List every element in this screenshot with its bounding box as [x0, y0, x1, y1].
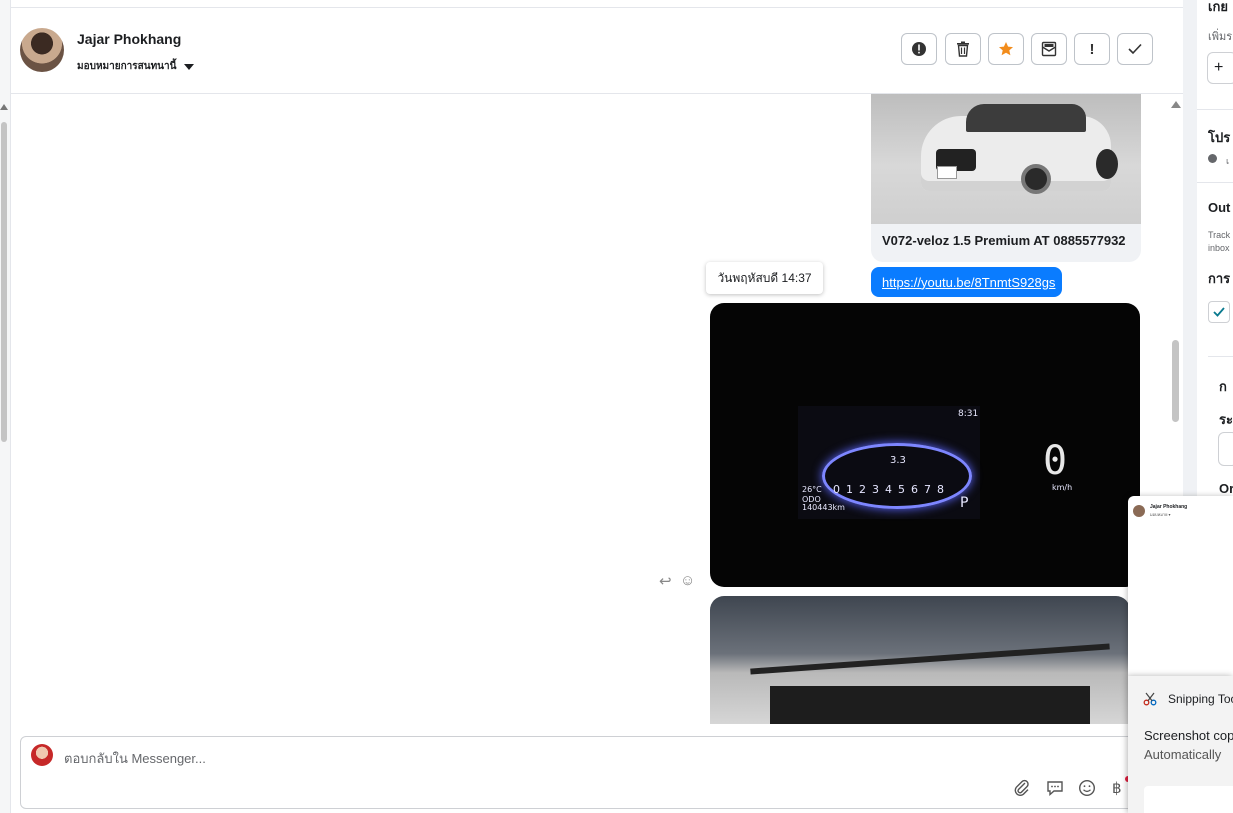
react-emoji-icon[interactable]: ☺ [680, 572, 695, 589]
rp-section-title-3: Out [1208, 200, 1231, 215]
alert-circle-icon [912, 42, 926, 56]
preview-subtitle: มอบหมาย ▾ [1150, 512, 1171, 517]
exclamation-icon: ! [1089, 40, 1095, 58]
dash-rpm-digits: 012345678 [833, 483, 950, 496]
rp-add-button[interactable]: + [1207, 52, 1233, 84]
preview-avatar [1133, 505, 1145, 517]
mark-unread-icon [1041, 41, 1057, 57]
star-button[interactable] [988, 33, 1024, 65]
floating-preview-window[interactable]: Jajar Phokhang มอบหมาย ▾ [1128, 496, 1233, 676]
timestamp-tooltip: วันพฤหัสบดี 14:37 [706, 262, 823, 294]
dash-clock: 8:31 [958, 409, 979, 419]
rp-divider-2 [1197, 182, 1233, 183]
scissors-icon [1143, 692, 1157, 706]
rp-section-sub-1: เพิ่มร [1208, 31, 1233, 43]
mark-unread-button[interactable] [1031, 33, 1067, 65]
snipping-title: Snipping Too [1168, 692, 1233, 706]
car-wheel-rear [1096, 149, 1118, 179]
engine-photo-message[interactable] [710, 596, 1130, 724]
engine-hood-rod [750, 643, 1110, 675]
chat-scroll-up-arrow[interactable] [1171, 101, 1181, 108]
product-card-title: V072-veloz 1.5 Premium AT 0885577932 [882, 233, 1126, 248]
rp-checkbox[interactable] [1208, 301, 1230, 323]
checkmark-icon [1213, 307, 1225, 317]
left-scroll-up-arrow[interactable] [0, 104, 8, 110]
snipping-subtext: Automatically [1144, 747, 1222, 762]
rp-section-sub-3b: inbox [1208, 243, 1230, 253]
dash-speed-value: 0 [1043, 438, 1068, 484]
rp-divider-1 [1197, 109, 1233, 110]
car-photo[interactable] [871, 94, 1141, 224]
left-scrollbar-thumb[interactable] [1, 122, 7, 442]
attach-icon[interactable] [1013, 779, 1031, 802]
dash-tachometer-ring [822, 443, 972, 509]
product-card-message[interactable]: V072-veloz 1.5 Premium AT 0885577932 [871, 94, 1141, 262]
rp-section-title-2: โปร [1208, 130, 1231, 145]
dash-range-value: 3.3 [890, 455, 906, 466]
car-plate-shape [937, 166, 957, 179]
dash-odometer: 140443km [802, 503, 845, 512]
chat-scrollbar-thumb[interactable] [1172, 340, 1179, 422]
dash-speed-unit: km/h [1052, 483, 1073, 492]
page-avatar [31, 744, 53, 766]
contact-name[interactable]: Jajar Phokhang [77, 31, 181, 47]
plus-icon: + [1214, 59, 1224, 76]
car-window-shape [966, 104, 1086, 132]
engine-block-shape [770, 686, 1090, 724]
rp-section-sub-2: เ [1226, 156, 1230, 166]
assign-label-text: มอบหมายการสนทนานี้ [77, 61, 177, 72]
caret-down-icon [184, 63, 195, 70]
dashboard-photo-message[interactable]: 8:31 3.3 012345678 26°C ODO 140443km P 0… [710, 303, 1140, 587]
snipping-tool-notification[interactable]: Snipping Too Screenshot cop Automaticall… [1128, 676, 1233, 813]
rp-section-title-1: เกย [1208, 0, 1228, 14]
clock-icon [1208, 154, 1217, 163]
assign-conversation-dropdown[interactable]: มอบหมายการสนทนานี้ [77, 59, 195, 74]
rp-section-title-7: Or [1219, 481, 1233, 496]
rp-section-title-4: การ [1208, 271, 1231, 286]
mark-done-button[interactable] [1117, 33, 1153, 65]
rp-section-sub-3a: Track [1208, 230, 1231, 240]
snipping-thumbnail[interactable] [1144, 786, 1233, 813]
emoji-icon[interactable] [1078, 779, 1096, 802]
reply-composer [20, 736, 1150, 809]
delete-button[interactable] [945, 33, 981, 65]
check-icon [1128, 43, 1142, 55]
contact-avatar[interactable] [20, 28, 64, 72]
reply-icon[interactable]: ↩ [659, 572, 672, 590]
link-message-bubble[interactable]: https://youtu.be/8TnmtS928gs [871, 267, 1062, 297]
preview-contact-name: Jajar Phokhang [1150, 504, 1188, 510]
chat-bubble-icon[interactable] [1046, 779, 1064, 802]
reply-input[interactable] [64, 748, 964, 768]
rp-divider-3 [1208, 356, 1233, 357]
rp-input-field[interactable] [1218, 432, 1233, 466]
car-wheel-front [1021, 164, 1051, 194]
spam-button[interactable] [901, 33, 937, 65]
important-button[interactable]: ! [1074, 33, 1110, 65]
dash-temp: 26°C [802, 485, 822, 494]
rp-section-title-6: ระ [1219, 412, 1233, 427]
snipping-message: Screenshot cop [1144, 728, 1233, 743]
baht-icon[interactable]: ฿ [1112, 779, 1122, 797]
trash-icon [957, 41, 969, 57]
rp-section-title-5: ก [1219, 379, 1227, 394]
star-icon [999, 42, 1013, 56]
dash-gear: P [960, 495, 969, 511]
